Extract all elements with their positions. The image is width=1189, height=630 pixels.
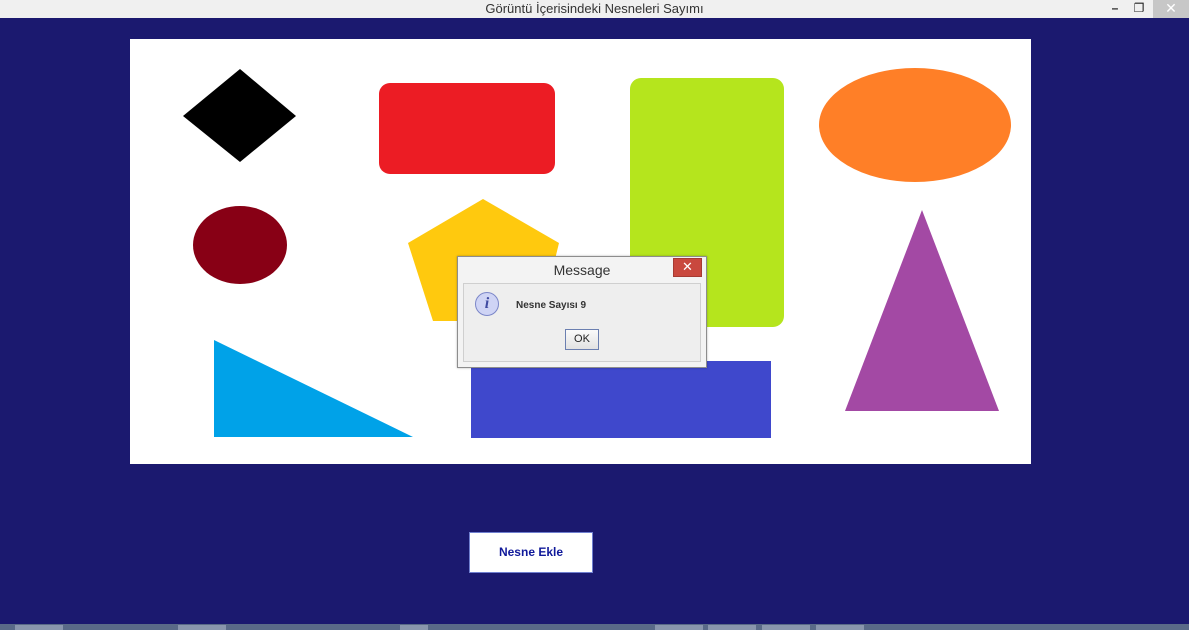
maximize-button[interactable]: ❐ [1127,0,1151,18]
dialog-message: Nesne Sayısı 9 [516,300,587,311]
image-canvas [130,39,1031,464]
shapes-image [183,68,1011,438]
blue-right-triangle [214,340,413,437]
dark-red-ellipse [193,206,287,284]
window-title: Görüntü İçerisindeki Nesneleri Sayımı [485,1,704,16]
info-icon: i [475,292,499,316]
minimize-button[interactable]: – [1103,0,1127,18]
message-dialog: Message ✕ i Nesne Sayısı 9 OK [457,256,707,368]
dialog-body: i Nesne Sayısı 9 OK [463,283,701,362]
add-object-button[interactable]: Nesne Ekle [469,532,593,573]
ok-button[interactable]: OK [565,329,599,350]
red-rounded-rectangle [379,83,555,174]
black-diamond [183,69,296,162]
title-bar: Görüntü İçerisindeki Nesneleri Sayımı – … [0,0,1189,18]
dialog-title: Message [553,262,611,278]
indigo-rectangle [471,361,771,438]
orange-ellipse [819,68,1011,182]
dialog-close-button[interactable]: ✕ [673,258,702,277]
close-button[interactable]: ✕ [1153,0,1189,18]
purple-triangle [845,210,999,411]
taskbar [0,624,1189,630]
